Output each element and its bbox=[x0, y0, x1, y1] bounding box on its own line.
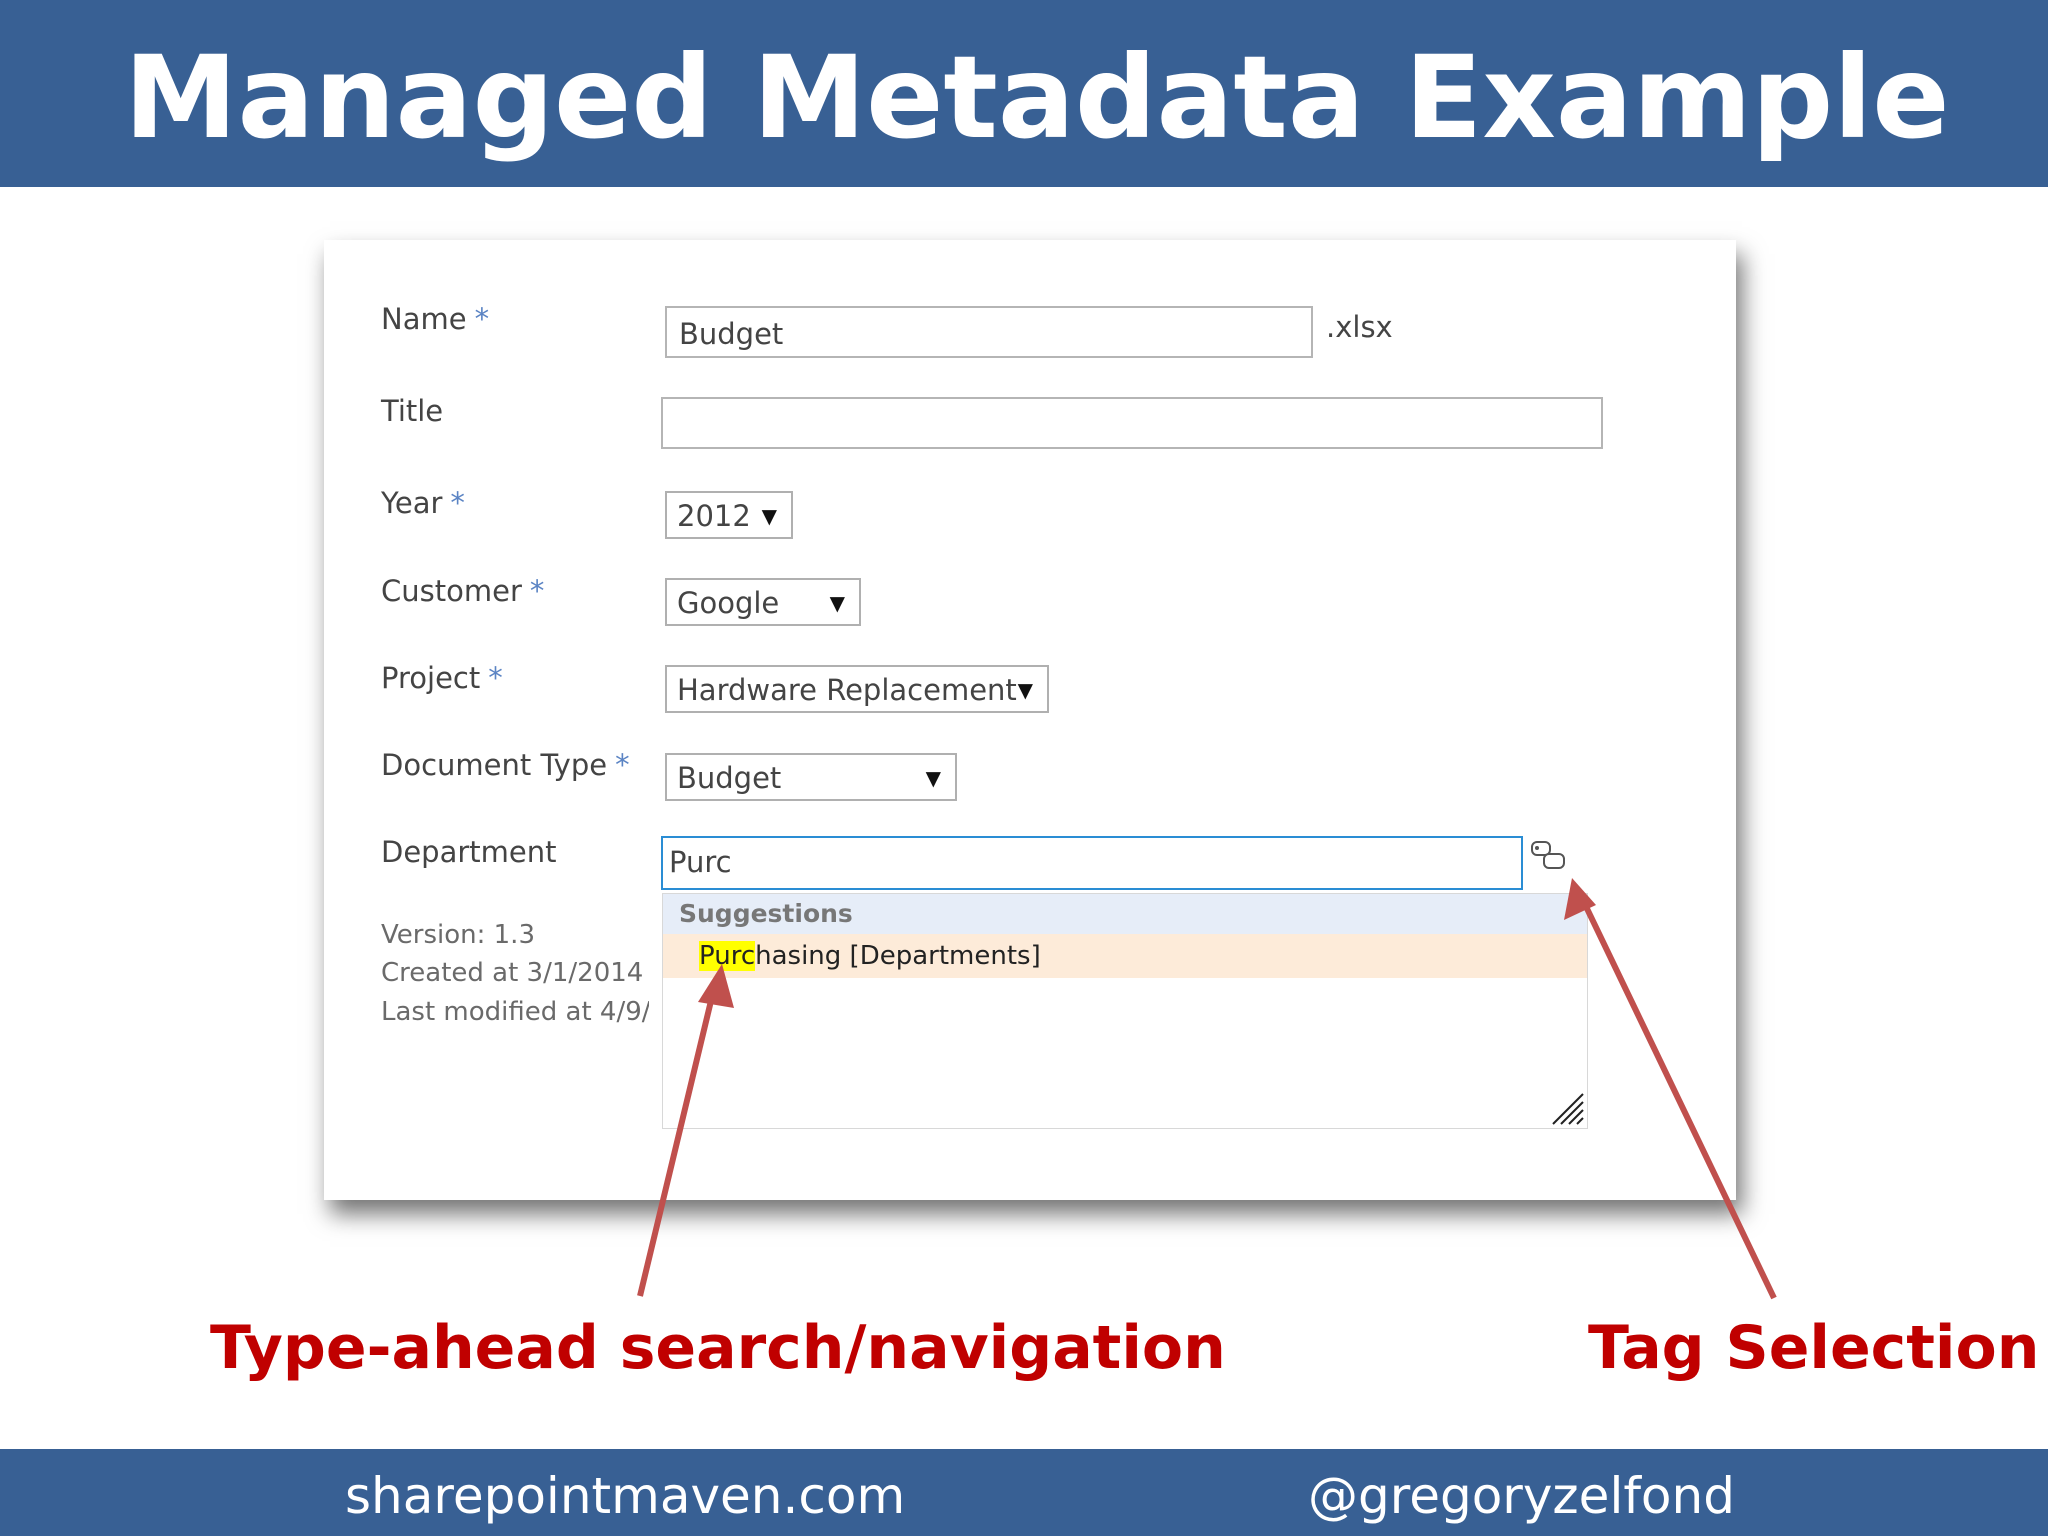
document-type-value: Budget bbox=[677, 761, 782, 795]
chevron-down-icon: ▼ bbox=[761, 504, 777, 528]
document-type-select[interactable]: Budget ▼ bbox=[665, 753, 957, 801]
department-input[interactable]: Purc bbox=[661, 836, 1523, 890]
project-select[interactable]: Hardware Replacement ▼ bbox=[665, 665, 1049, 713]
chevron-down-icon: ▼ bbox=[925, 766, 941, 790]
required-marker: * bbox=[529, 574, 545, 608]
match-highlight: Purc bbox=[699, 941, 756, 971]
footer-banner bbox=[0, 1449, 2048, 1536]
title-label-text: Title bbox=[381, 394, 444, 428]
department-label-text: Department bbox=[381, 835, 557, 869]
customer-label-text: Customer bbox=[381, 574, 522, 608]
file-extension: .xlsx bbox=[1326, 310, 1393, 344]
customer-label: Customer * bbox=[381, 574, 544, 608]
suggestion-item[interactable]: Purchasing [Departments] bbox=[663, 934, 1587, 978]
suggestions-header: Suggestions bbox=[663, 894, 1587, 934]
tag-selection-callout: Tag Selection bbox=[1588, 1313, 2040, 1383]
suggestion-item-text: hasing [Departments] bbox=[755, 941, 1041, 971]
version-info: Version: 1.3 bbox=[381, 920, 535, 950]
created-info: Created at 3/1/2014 8:4 bbox=[381, 958, 649, 988]
name-input[interactable]: Budget bbox=[665, 306, 1313, 358]
department-label: Department bbox=[381, 835, 557, 869]
year-label: Year * bbox=[381, 486, 465, 520]
title-input[interactable] bbox=[661, 397, 1603, 449]
tag-icon[interactable] bbox=[1528, 838, 1568, 874]
form-screenshot: Name * Budget .xlsx Title Year * 2012 ▼ Cus… bbox=[324, 240, 1736, 1200]
chevron-down-icon: ▼ bbox=[829, 591, 845, 615]
customer-select[interactable]: Google ▼ bbox=[665, 578, 861, 626]
chevron-down-icon: ▼ bbox=[1017, 678, 1033, 702]
project-value: Hardware Replacement bbox=[677, 673, 1017, 707]
required-marker: * bbox=[474, 302, 490, 336]
website-link: sharepointmaven.com bbox=[345, 1467, 906, 1525]
modified-info: Last modified at 4/9/20 bbox=[381, 997, 649, 1027]
resize-grip-icon[interactable] bbox=[1549, 1090, 1585, 1126]
project-label: Project * bbox=[381, 661, 503, 695]
required-marker: * bbox=[488, 661, 503, 695]
twitter-handle: @gregoryzelfond bbox=[1308, 1467, 1735, 1525]
suggestions-dropdown: Suggestions Purchasing [Departments] bbox=[662, 893, 1588, 1129]
required-marker: * bbox=[450, 486, 465, 520]
title-label: Title bbox=[381, 394, 443, 428]
name-label: Name * bbox=[381, 302, 489, 336]
name-label-text: Name bbox=[381, 302, 467, 336]
year-label-text: Year bbox=[381, 486, 443, 520]
customer-value: Google bbox=[677, 586, 780, 620]
required-marker: * bbox=[615, 748, 630, 782]
document-type-label-text: Document Type bbox=[381, 748, 608, 782]
type-ahead-callout: Type-ahead search/navigation bbox=[210, 1313, 1226, 1383]
slide-title: Managed Metadata Example bbox=[124, 31, 1950, 164]
document-type-label: Document Type * bbox=[381, 748, 630, 782]
year-value: 2012 bbox=[677, 499, 751, 533]
project-label-text: Project bbox=[381, 661, 481, 695]
year-select[interactable]: 2012 ▼ bbox=[665, 491, 793, 539]
